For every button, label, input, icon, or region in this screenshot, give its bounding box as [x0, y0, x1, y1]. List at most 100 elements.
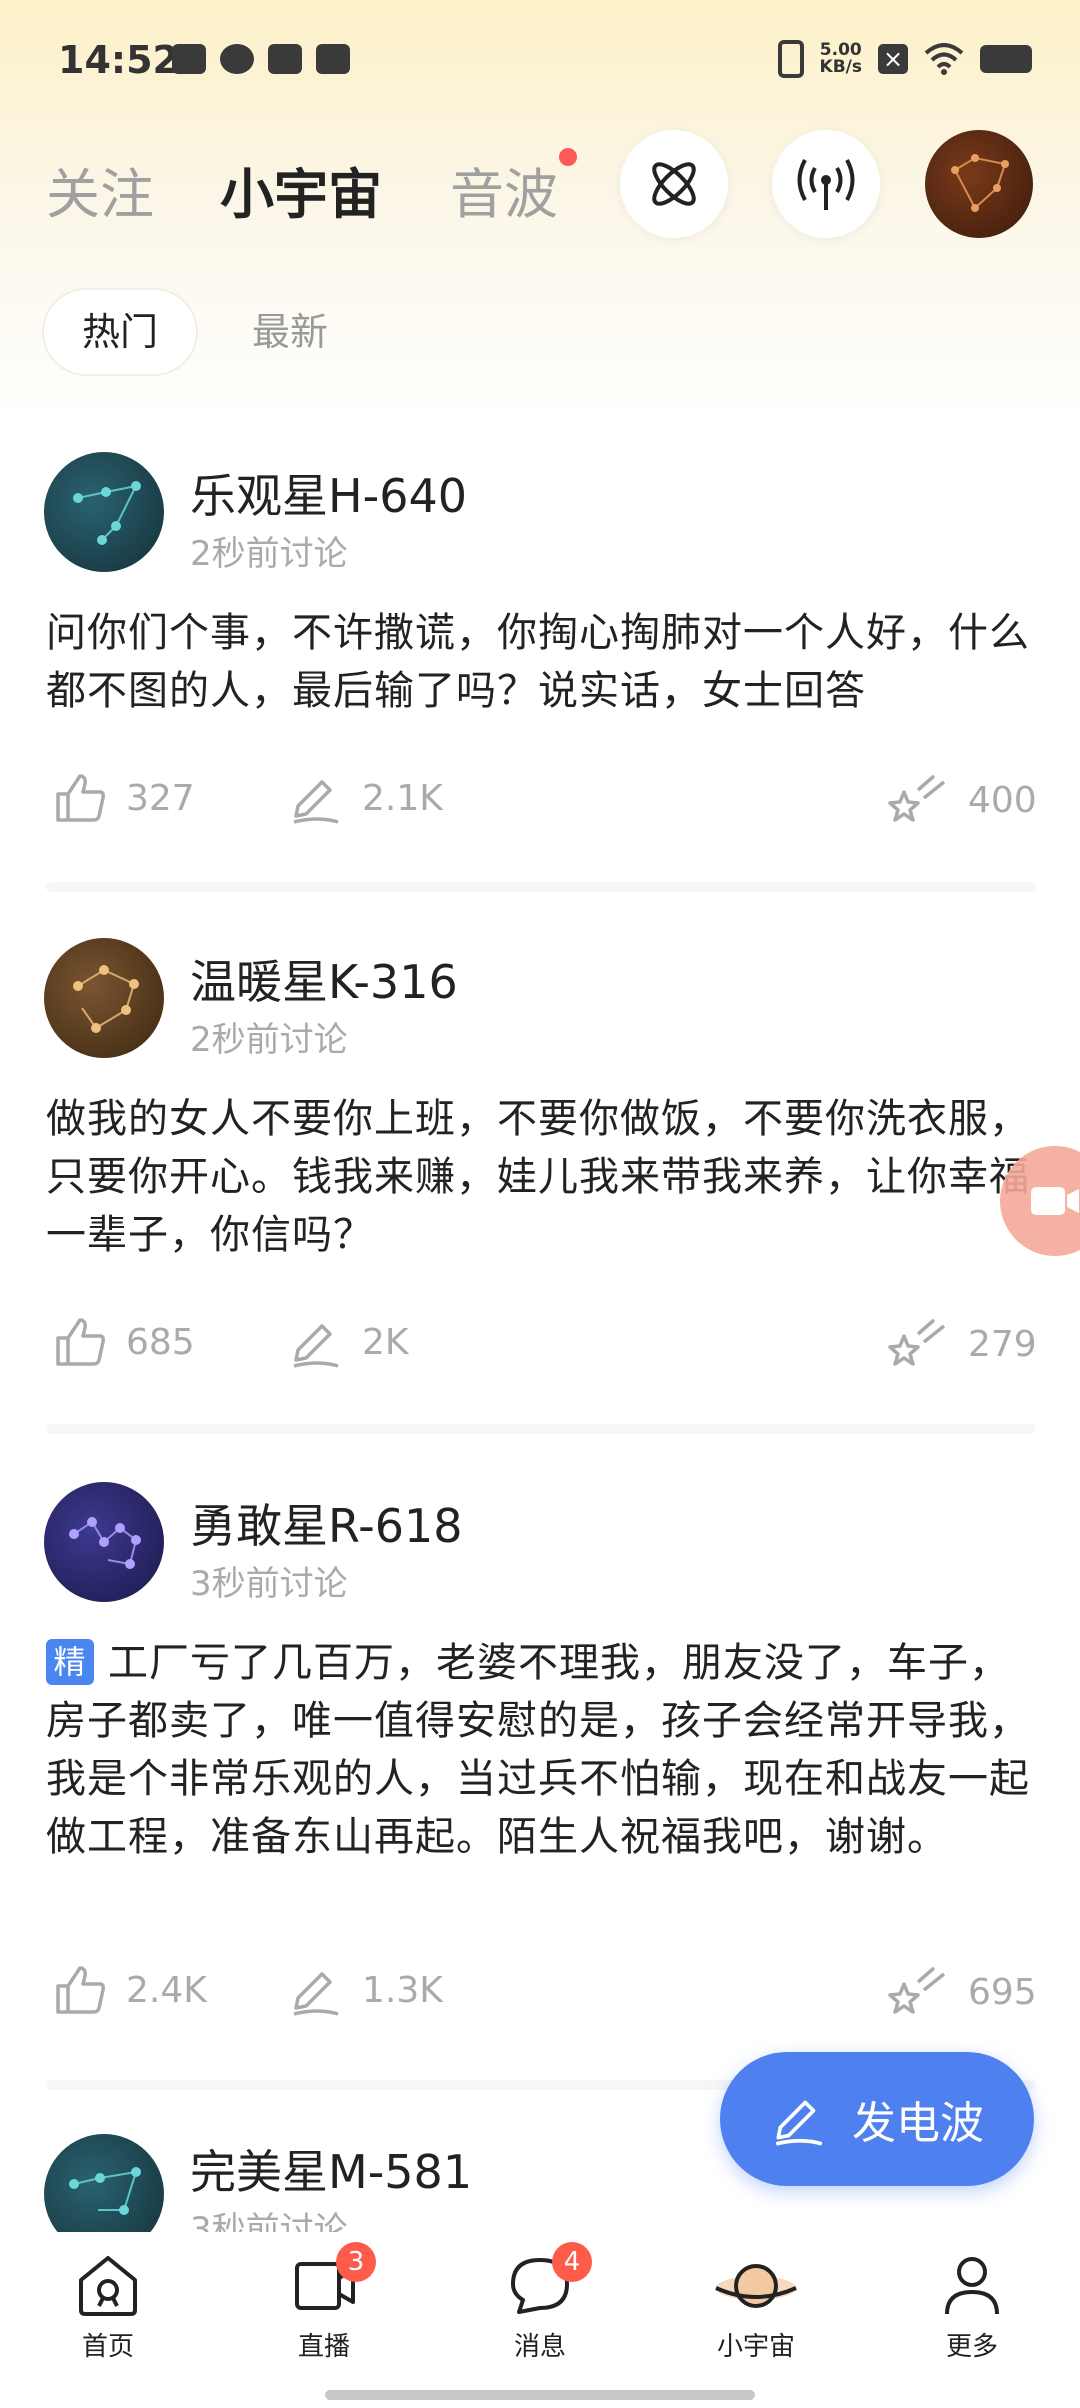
post-avatar[interactable] [44, 2134, 164, 2232]
post-time: 3秒前讨论 [190, 1564, 348, 1604]
like-button[interactable]: 327 [52, 770, 195, 826]
pen-icon [293, 1324, 339, 1368]
net-speed-unit: KB/s [819, 57, 862, 77]
video-notification-icon [172, 44, 206, 74]
sub-tab-latest[interactable]: 最新 [214, 290, 366, 374]
post-author-name[interactable]: 温暖星K-316 [190, 946, 458, 1012]
pen-icon [293, 1972, 339, 2016]
app-notification-icon [220, 44, 254, 74]
nav-item-live[interactable]: 3 直播 [264, 2242, 384, 2363]
star-button[interactable]: 695 [880, 1962, 1037, 2022]
broadcast-icon [797, 159, 855, 210]
post-time: 2秒前讨论 [190, 534, 348, 574]
shooting-star-icon [888, 774, 946, 822]
divider [46, 882, 1036, 892]
thumbs-up-icon [56, 774, 105, 822]
post-text[interactable]: 问你们个事，不许撒谎，你掏心掏肺对一个人好，什么都不图的人，最后输了吗？说实话，… [46, 604, 1036, 720]
shooting-star-icon [888, 1318, 946, 1366]
top-nav: 关注 小宇宙 音波 [0, 130, 1080, 240]
thumbs-up-icon [56, 1966, 105, 2014]
bag-notification-icon [316, 44, 350, 74]
nav-item-universe[interactable]: 小宇宙 [696, 2252, 816, 2363]
constellation-icon [69, 1517, 141, 1569]
user-profile-icon [945, 2257, 999, 2315]
constellation-icon [73, 965, 139, 1033]
constellation-icon [951, 154, 1009, 212]
live-badge: 3 [336, 2242, 376, 2282]
comment-button[interactable]: 2.1K [288, 770, 443, 826]
post-avatar[interactable] [44, 938, 164, 1058]
broadcast-button[interactable] [772, 130, 880, 238]
thumbs-up-icon [56, 1318, 105, 1366]
nav-label: 消息 [513, 2332, 566, 2362]
post-author-name[interactable]: 完美星M-581 [190, 2136, 472, 2202]
tab-sound-wave[interactable]: 音波 [450, 150, 558, 229]
post-avatar[interactable] [44, 1482, 164, 1602]
like-button[interactable]: 2.4K [52, 1962, 207, 2018]
status-time: 14:52 [58, 38, 179, 82]
constellation-icon [69, 2167, 141, 2215]
comment-count: 1.3K [362, 1969, 443, 2011]
nav-item-messages[interactable]: 4 消息 [480, 2242, 600, 2363]
post-actions: 2.4K 1.3K 695 [0, 1962, 1080, 2042]
comment-count: 2K [362, 1321, 409, 1363]
star-button[interactable]: 400 [880, 770, 1037, 830]
nav-item-more[interactable]: 更多 [912, 2252, 1032, 2363]
post-author-name[interactable]: 勇敢星R-618 [190, 1490, 463, 1556]
featured-tag: 精 [46, 1639, 94, 1685]
comment-button[interactable]: 2K [288, 1314, 409, 1370]
post-time: 2秒前讨论 [190, 1020, 348, 1060]
star-button[interactable]: 279 [880, 1314, 1037, 1374]
compose-label: 发电波 [852, 2098, 984, 2149]
comment-button[interactable]: 1.3K [288, 1962, 443, 2018]
atom-button[interactable] [620, 130, 728, 238]
notification-icons [172, 44, 350, 74]
vibrate-icon [777, 40, 804, 78]
home-indicator[interactable] [325, 2390, 755, 2400]
nav-label: 首页 [81, 2332, 134, 2362]
post-author-name[interactable]: 乐观星H-640 [190, 460, 467, 526]
pen-icon [775, 2100, 823, 2146]
post-actions: 327 2.1K 400 [0, 770, 1080, 850]
status-right: 5.00 KB/s × [777, 40, 1032, 78]
divider [46, 1424, 1036, 1434]
tab-universe[interactable]: 小宇宙 [220, 150, 382, 229]
post-time: 3秒前讨论 [190, 2210, 348, 2232]
post-actions: 685 2K 279 [0, 1314, 1080, 1394]
user-avatar[interactable] [925, 130, 1033, 238]
nav-item-home[interactable]: 首页 [48, 2252, 168, 2363]
battery-icon [980, 45, 1032, 73]
constellation-icon [73, 481, 141, 545]
comment-count: 2.1K [362, 777, 443, 819]
nav-label: 小宇宙 [716, 2332, 795, 2362]
like-count: 327 [126, 777, 195, 819]
x-box-icon: × [878, 44, 908, 74]
planet-icon [715, 2264, 797, 2308]
star-count: 695 [968, 1971, 1037, 2013]
post-text[interactable]: 精工厂亏了几百万，老婆不理我，朋友没了，车子，房子都卖了，唯一值得安慰的是，孩子… [46, 1634, 1036, 1924]
like-count: 685 [126, 1321, 195, 1363]
compose-button[interactable]: 发电波 [720, 2052, 1034, 2186]
video-camera-icon [1031, 1187, 1079, 1215]
nav-label: 直播 [297, 2332, 350, 2362]
sub-tab-hot[interactable]: 热门 [44, 290, 197, 374]
sound-wave-red-dot [559, 148, 577, 166]
star-count: 400 [968, 779, 1037, 821]
tab-follow[interactable]: 关注 [46, 150, 154, 229]
nav-label: 更多 [945, 2332, 998, 2362]
wifi-icon [924, 43, 964, 75]
post-text-body: 工厂亏了几百万，老婆不理我，朋友没了，车子，房子都卖了，唯一值得安慰的是，孩子会… [46, 1640, 1030, 1860]
status-bar: 14:52 5.00 KB/s × [0, 0, 1080, 130]
net-speed: 5.00 KB/s [820, 42, 862, 76]
pen-icon [293, 780, 339, 824]
shooting-star-icon [888, 1966, 946, 2014]
like-button[interactable]: 685 [52, 1314, 195, 1370]
atom-icon [652, 162, 696, 206]
star-count: 279 [968, 1323, 1037, 1365]
messages-badge: 4 [552, 2242, 592, 2282]
post-text[interactable]: 做我的女人不要你上班，不要你做饭，不要你洗衣服，只要你开心。钱我来赚，娃儿我来带… [46, 1090, 1036, 1264]
bottom-nav: 首页 3 直播 4 消息 小宇宙 更多 [0, 2232, 1080, 2408]
post-avatar[interactable] [44, 452, 164, 572]
like-count: 2.4K [126, 1969, 207, 2011]
archive-notification-icon [268, 44, 302, 74]
